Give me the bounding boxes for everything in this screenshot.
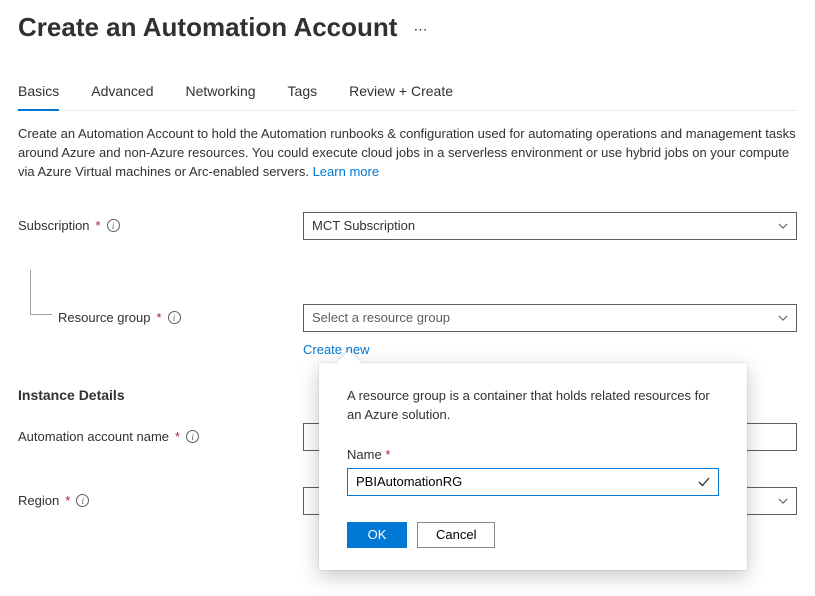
subscription-select[interactable]: MCT Subscription	[303, 212, 797, 240]
resource-group-label: Resource group	[58, 310, 151, 325]
info-icon[interactable]: i	[168, 311, 181, 324]
chevron-down-icon	[778, 221, 788, 231]
page-title: Create an Automation Account	[18, 12, 397, 43]
create-resource-group-popover: A resource group is a container that hol…	[319, 363, 747, 570]
chevron-down-icon	[778, 496, 788, 506]
popover-name-label: Name *	[347, 447, 719, 462]
resource-group-placeholder: Select a resource group	[312, 310, 450, 325]
required-asterisk: *	[157, 310, 162, 325]
resource-group-select[interactable]: Select a resource group	[303, 304, 797, 332]
info-icon[interactable]: i	[107, 219, 120, 232]
required-asterisk: *	[65, 493, 70, 508]
indent-line	[30, 270, 52, 315]
popover-description: A resource group is a container that hol…	[347, 387, 719, 425]
tab-review[interactable]: Review + Create	[349, 83, 453, 111]
create-new-link[interactable]: Create new	[303, 342, 369, 357]
cancel-button[interactable]: Cancel	[417, 522, 495, 548]
check-icon	[697, 475, 711, 489]
tabs: Basics Advanced Networking Tags Review +…	[18, 83, 797, 111]
tab-networking[interactable]: Networking	[186, 83, 256, 111]
resource-group-name-input[interactable]	[347, 468, 719, 496]
required-asterisk: *	[175, 429, 180, 444]
description-text: Create an Automation Account to hold the…	[18, 125, 797, 182]
description-body: Create an Automation Account to hold the…	[18, 126, 796, 179]
automation-name-label: Automation account name	[18, 429, 169, 444]
tab-basics[interactable]: Basics	[18, 83, 59, 111]
info-icon[interactable]: i	[76, 494, 89, 507]
learn-more-link[interactable]: Learn more	[313, 164, 379, 179]
more-icon[interactable]: ⋯	[413, 17, 427, 38]
tab-advanced[interactable]: Advanced	[91, 83, 153, 111]
subscription-label: Subscription	[18, 218, 90, 233]
ok-button[interactable]: OK	[347, 522, 407, 548]
subscription-value: MCT Subscription	[312, 218, 415, 233]
tab-tags[interactable]: Tags	[288, 83, 318, 111]
required-asterisk: *	[385, 447, 390, 462]
region-label: Region	[18, 493, 59, 508]
popover-name-label-text: Name	[347, 447, 382, 462]
required-asterisk: *	[96, 218, 101, 233]
chevron-down-icon	[778, 313, 788, 323]
info-icon[interactable]: i	[186, 430, 199, 443]
